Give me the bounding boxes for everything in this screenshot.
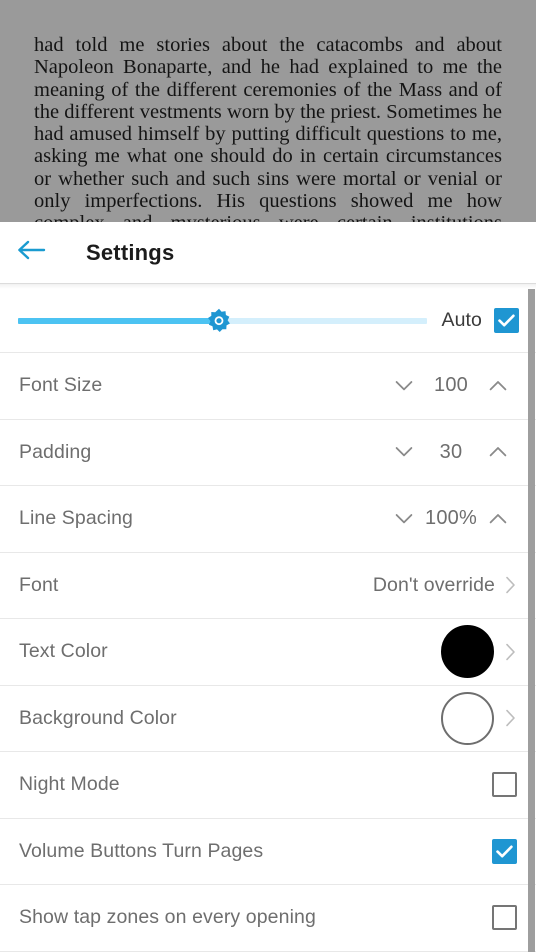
chevron-right-icon bbox=[503, 706, 517, 730]
chevron-right-icon bbox=[503, 640, 517, 664]
padding-label: Padding bbox=[19, 440, 92, 463]
text-color-swatch[interactable] bbox=[441, 625, 494, 679]
background-color-value-group bbox=[441, 691, 517, 745]
line-spacing-increase-button[interactable] bbox=[479, 499, 517, 539]
scrollbar-thumb[interactable] bbox=[528, 289, 535, 952]
show-tap-zones-control bbox=[492, 905, 517, 931]
chevron-down-icon bbox=[395, 447, 413, 457]
chevron-up-icon bbox=[489, 447, 507, 457]
brightness-slider[interactable] bbox=[18, 306, 428, 336]
volume-buttons-label: Volume Buttons Turn Pages bbox=[19, 839, 264, 862]
settings-header: Settings bbox=[0, 222, 536, 289]
chevron-down-icon bbox=[395, 513, 413, 524]
padding-stepper: 30 bbox=[385, 432, 517, 472]
line-spacing-value: 100% bbox=[425, 507, 477, 530]
settings-panel: Settings Auto Font Size 100 Padding 30 L… bbox=[0, 222, 536, 952]
font-size-stepper: 100 bbox=[385, 366, 517, 406]
line-spacing-stepper: 100% bbox=[385, 499, 517, 539]
settings-list[interactable]: Auto Font Size 100 Padding 30 Line Spaci… bbox=[0, 289, 536, 952]
font-value: Don't override bbox=[372, 573, 495, 596]
night-mode-control bbox=[492, 772, 517, 798]
volume-buttons-checkbox[interactable] bbox=[492, 838, 517, 864]
row-show-tap-zones[interactable]: Show tap zones on every opening bbox=[0, 885, 536, 952]
font-size-decrease-button[interactable] bbox=[385, 366, 423, 406]
row-text-color[interactable]: Text Color bbox=[0, 619, 536, 686]
arrow-left-icon bbox=[16, 238, 46, 267]
chevron-down-icon bbox=[395, 380, 413, 391]
chevron-up-icon bbox=[489, 380, 507, 391]
back-button[interactable] bbox=[0, 222, 62, 283]
text-color-label: Text Color bbox=[19, 640, 108, 663]
volume-buttons-control bbox=[492, 838, 517, 864]
check-icon bbox=[498, 314, 515, 327]
page-title: Settings bbox=[86, 239, 175, 265]
scrollbar-track[interactable] bbox=[528, 289, 536, 952]
background-color-swatch[interactable] bbox=[441, 691, 494, 745]
font-size-increase-button[interactable] bbox=[479, 366, 517, 406]
check-icon bbox=[496, 845, 513, 858]
text-color-value-group bbox=[441, 625, 517, 679]
reader-preview-background: had told me stories about the catacombs … bbox=[0, 0, 536, 222]
auto-brightness-checkbox[interactable] bbox=[494, 308, 519, 333]
chevron-up-icon bbox=[489, 513, 507, 524]
line-spacing-label: Line Spacing bbox=[19, 507, 133, 530]
night-mode-label: Night Mode bbox=[19, 773, 120, 796]
row-padding: Padding 30 bbox=[0, 419, 536, 486]
background-color-label: Background Color bbox=[19, 706, 177, 729]
auto-label: Auto bbox=[441, 309, 482, 331]
show-tap-zones-label: Show tap zones on every opening bbox=[19, 906, 316, 929]
brightness-icon[interactable] bbox=[206, 308, 232, 334]
padding-increase-button[interactable] bbox=[479, 432, 517, 472]
night-mode-checkbox[interactable] bbox=[492, 772, 517, 798]
row-background-color[interactable]: Background Color bbox=[0, 685, 536, 752]
padding-decrease-button[interactable] bbox=[385, 432, 423, 472]
line-spacing-decrease-button[interactable] bbox=[385, 499, 423, 539]
row-volume-buttons-turn-pages[interactable]: Volume Buttons Turn Pages bbox=[0, 818, 536, 885]
row-font-size: Font Size 100 bbox=[0, 353, 536, 420]
font-label: Font bbox=[19, 573, 59, 596]
slider-fill bbox=[18, 317, 219, 324]
padding-value: 30 bbox=[439, 440, 463, 463]
row-line-spacing: Line Spacing 100% bbox=[0, 486, 536, 553]
row-brightness: Auto bbox=[0, 289, 536, 353]
font-size-label: Font Size bbox=[19, 374, 103, 397]
row-night-mode[interactable]: Night Mode bbox=[0, 752, 536, 819]
reader-passage-text: had told me stories about the catacombs … bbox=[34, 34, 502, 222]
font-value-group: Don't override bbox=[373, 573, 517, 597]
row-font[interactable]: Font Don't override bbox=[0, 552, 536, 619]
chevron-right-icon bbox=[503, 573, 517, 597]
show-tap-zones-checkbox[interactable] bbox=[492, 905, 517, 931]
auto-brightness-control: Auto bbox=[441, 308, 519, 333]
font-size-value: 100 bbox=[434, 374, 468, 397]
